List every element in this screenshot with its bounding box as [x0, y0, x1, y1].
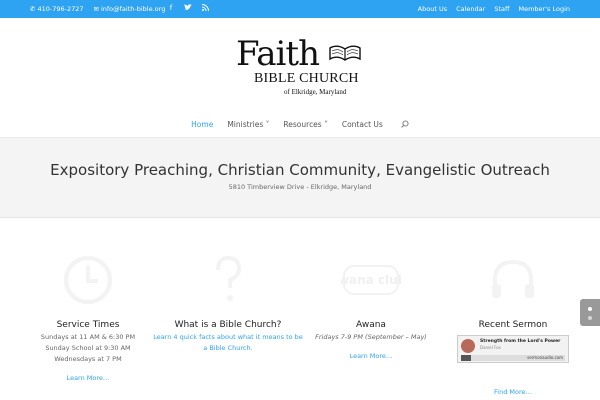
- hero-banner: Expository Preaching, Christian Communit…: [0, 138, 600, 218]
- search-icon[interactable]: [401, 120, 409, 130]
- contact-info: ✆ 410-796-2727 ✉ info@faith-bible.org: [30, 5, 165, 13]
- awana-learn-more-link[interactable]: Learn More…: [350, 352, 393, 360]
- service-times-title: Service Times: [56, 320, 120, 330]
- site-logo[interactable]: Faith BIBLE CHURCH of Elkridge, Maryland: [236, 34, 366, 98]
- awana-logo: Awana clubs: [296, 250, 446, 310]
- nav-resources[interactable]: Resources ˅: [283, 120, 327, 130]
- side-dot-navigation: [580, 299, 600, 326]
- clock-icon: [13, 250, 163, 310]
- facebook-icon[interactable]: f: [167, 3, 175, 12]
- sermon-audio-player[interactable]: Strength from the Lord's Power Daniel Fo…: [457, 335, 569, 363]
- service-times-learn-more-link[interactable]: Learn More…: [67, 374, 110, 382]
- recent-sermon-find-more-link[interactable]: Find More…: [494, 388, 532, 396]
- sermonaudio-brand[interactable]: sermonaudio.com: [527, 355, 563, 360]
- secondary-nav: About Us Calendar Staff Member's Login: [418, 5, 570, 13]
- feature-recent-sermon: Recent Sermon Strength from the Lord's P…: [438, 250, 588, 398]
- logo-faith: Faith: [236, 34, 320, 74]
- speaker-avatar: [461, 339, 475, 353]
- social-links: f: [167, 3, 209, 12]
- phone[interactable]: ✆ 410-796-2727: [30, 5, 84, 13]
- twitter-icon[interactable]: [184, 3, 192, 12]
- main-nav: Home Ministries ˅ Resources ˅ Contact Us: [0, 120, 600, 130]
- hero-title: Expository Preaching, Christian Communit…: [50, 161, 550, 179]
- phone-number: 410-796-2727: [37, 5, 84, 13]
- logo-bible-church: BIBLE CHURCH: [254, 71, 359, 86]
- bible-church-link[interactable]: Learn 4 quick facts about what it means …: [153, 333, 303, 352]
- secondary-nav-calendar[interactable]: Calendar: [456, 5, 485, 13]
- feature-bible-church: What is a Bible Church? Learn 4 quick fa…: [153, 250, 303, 354]
- secondary-nav-about[interactable]: About Us: [418, 5, 447, 13]
- sermon-player-title: Strength from the Lord's Power: [480, 339, 561, 344]
- service-times-line-3: Wednesdays at 7 PM: [54, 355, 122, 363]
- email-address: info@faith-bible.org: [100, 5, 166, 13]
- awana-title: Awana: [356, 320, 386, 330]
- nav-home[interactable]: Home: [191, 120, 213, 130]
- open-bible-icon: [329, 45, 361, 61]
- side-dot-2[interactable]: [588, 316, 592, 320]
- service-times-line-2: Sunday School at 9:30 AM: [45, 344, 131, 352]
- top-bar: ✆ 410-796-2727 ✉ info@faith-bible.org f …: [0, 0, 600, 18]
- service-times-text: Sundays at 11 AM & 6:30 PM Sunday School…: [13, 332, 163, 365]
- service-times-line-1: Sundays at 11 AM & 6:30 PM: [40, 333, 136, 341]
- email[interactable]: ✉ info@faith-bible.org: [94, 5, 166, 13]
- awana-logo-text: Awana clubs: [341, 273, 401, 287]
- feature-service-times: Service Times Sundays at 11 AM & 6:30 PM…: [13, 250, 163, 384]
- rss-icon[interactable]: [201, 3, 209, 12]
- hero-address: 5810 Timberview Drive - Elkridge, Maryla…: [228, 183, 372, 191]
- headphones-icon: [438, 250, 588, 310]
- envelope-icon: ✉: [93, 5, 99, 13]
- sermon-player-speaker: Daniel Fox: [480, 345, 501, 350]
- recent-sermon-title: Recent Sermon: [478, 320, 548, 330]
- logo-location: of Elkridge, Maryland: [284, 88, 347, 96]
- bible-church-title: What is a Bible Church?: [174, 320, 282, 330]
- secondary-nav-members-login[interactable]: Member's Login: [518, 5, 570, 13]
- side-dot-1[interactable]: [588, 307, 592, 311]
- bible-church-text: Learn 4 quick facts about what it means …: [153, 332, 303, 354]
- play-button[interactable]: [461, 355, 471, 361]
- question-mark-icon: [153, 250, 303, 310]
- nav-ministries[interactable]: Ministries ˅: [227, 120, 269, 130]
- secondary-nav-staff[interactable]: Staff: [494, 5, 509, 13]
- awana-text: Fridays 7-9 PM (September – May): [315, 333, 427, 341]
- nav-contact[interactable]: Contact Us: [342, 120, 383, 130]
- phone-icon: ✆: [30, 5, 36, 13]
- feature-awana: Awana clubs Awana Fridays 7-9 PM (Septem…: [296, 250, 446, 362]
